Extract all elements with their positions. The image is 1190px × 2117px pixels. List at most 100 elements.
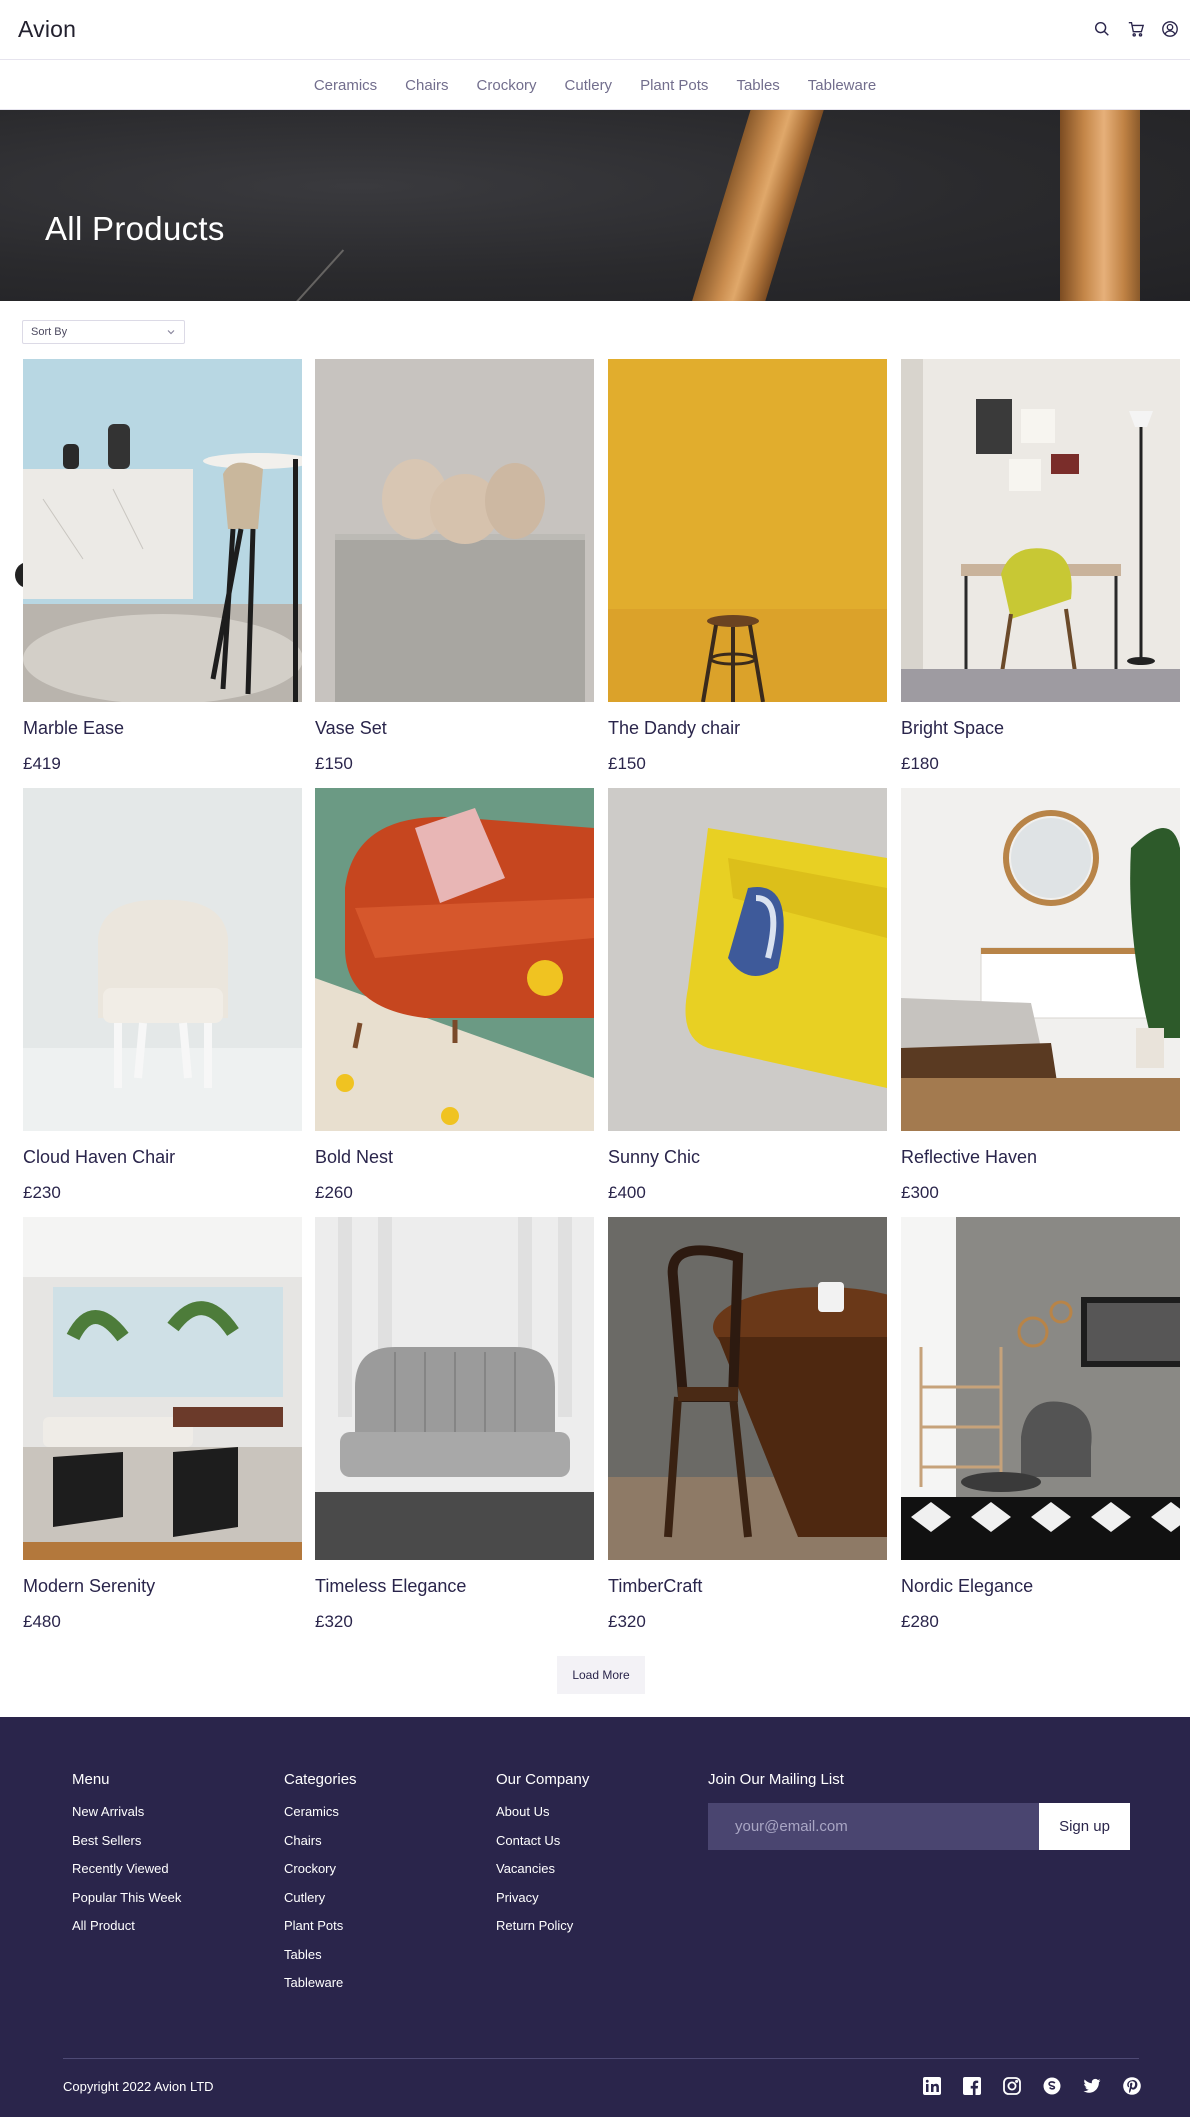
email-field[interactable] — [708, 1803, 1039, 1850]
product-card[interactable]: Reflective Haven £300 — [901, 788, 1180, 1202]
instagram-icon[interactable] — [1002, 2076, 1022, 2096]
page-title: All Products — [45, 210, 225, 247]
product-image — [315, 1217, 594, 1560]
product-price: £180 — [901, 754, 939, 773]
footer-link[interactable]: Return Policy — [496, 1918, 589, 1935]
sort-dropdown[interactable]: Sort By — [22, 320, 185, 344]
nav-item-ceramics[interactable]: Ceramics — [314, 77, 377, 94]
product-name[interactable]: TimberCraft — [608, 1576, 702, 1597]
footer-link[interactable]: Vacancies — [496, 1861, 589, 1878]
product-card[interactable]: Cloud Haven Chair £230 — [23, 788, 302, 1202]
footer-link[interactable]: New Arrivals — [72, 1804, 181, 1821]
product-name[interactable]: Reflective Haven — [901, 1147, 1037, 1168]
site-footer: Menu New Arrivals Best Sellers Recently … — [0, 1717, 1190, 2117]
footer-company-column: Our Company About Us Contact Us Vacancie… — [496, 1771, 589, 1947]
product-card[interactable]: Sunny Chic £400 — [608, 788, 887, 1202]
user-icon[interactable] — [1160, 19, 1180, 39]
footer-link[interactable]: Privacy — [496, 1890, 589, 1907]
footer-divider — [63, 2058, 1139, 2059]
product-image — [608, 359, 887, 702]
product-price: £300 — [901, 1183, 939, 1202]
copyright-text: Copyright 2022 Avion LTD — [63, 2079, 214, 2094]
footer-link[interactable]: Contact Us — [496, 1833, 589, 1850]
footer-mailing-column: Join Our Mailing List — [708, 1771, 844, 1804]
product-name[interactable]: Timeless Elegance — [315, 1576, 466, 1597]
product-price: £230 — [23, 1183, 61, 1202]
product-card[interactable]: Bright Space £180 — [901, 359, 1180, 773]
pinterest-icon[interactable] — [1122, 2076, 1142, 2096]
product-price: £320 — [608, 1612, 646, 1631]
footer-link[interactable]: Plant Pots — [284, 1918, 357, 1935]
product-card[interactable]: Marble Ease £419 — [23, 359, 302, 773]
nav-item-crockory[interactable]: Crockory — [477, 77, 537, 94]
hero-banner: All Products — [0, 110, 1190, 301]
footer-heading: Our Company — [496, 1771, 590, 1788]
nav-item-plant-pots[interactable]: Plant Pots — [640, 77, 708, 94]
product-card[interactable]: Timeless Elegance £320 — [315, 1217, 594, 1631]
brand-logo[interactable]: Avion — [18, 16, 76, 43]
load-more-button[interactable]: Load More — [557, 1656, 645, 1694]
footer-link[interactable]: Tableware — [284, 1975, 357, 1992]
product-name[interactable]: Sunny Chic — [608, 1147, 700, 1168]
linkedin-icon[interactable] — [922, 2076, 942, 2096]
product-name[interactable]: Bright Space — [901, 718, 1004, 739]
category-nav: Ceramics Chairs Crockory Cutlery Plant P… — [0, 61, 1190, 110]
product-price: £400 — [608, 1183, 646, 1202]
product-price: £480 — [23, 1612, 61, 1631]
product-card[interactable]: Bold Nest £260 — [315, 788, 594, 1202]
nav-item-chairs[interactable]: Chairs — [405, 77, 448, 94]
product-price: £280 — [901, 1612, 939, 1631]
footer-link[interactable]: Crockory — [284, 1861, 357, 1878]
footer-link[interactable]: Chairs — [284, 1833, 357, 1850]
footer-link[interactable]: Cutlery — [284, 1890, 357, 1907]
chevron-down-icon — [167, 330, 175, 335]
signup-button[interactable]: Sign up — [1039, 1803, 1130, 1850]
product-price: £150 — [315, 754, 353, 773]
twitter-icon[interactable] — [1082, 2076, 1102, 2096]
product-card[interactable]: Nordic Elegance £280 — [901, 1217, 1180, 1631]
product-name[interactable]: Modern Serenity — [23, 1576, 155, 1597]
product-name[interactable]: Cloud Haven Chair — [23, 1147, 175, 1168]
skype-icon[interactable] — [1042, 2076, 1062, 2096]
product-image — [608, 1217, 887, 1560]
footer-heading: Menu — [72, 1771, 110, 1788]
product-name[interactable]: Marble Ease — [23, 718, 124, 739]
product-price: £150 — [608, 754, 646, 773]
facebook-icon[interactable] — [962, 2076, 982, 2096]
product-card[interactable]: Modern Serenity £480 — [23, 1217, 302, 1631]
footer-menu-column: Menu New Arrivals Best Sellers Recently … — [72, 1771, 181, 1947]
product-card[interactable]: TimberCraft £320 — [608, 1217, 887, 1631]
footer-link[interactable]: Ceramics — [284, 1804, 357, 1821]
footer-link[interactable]: Tables — [284, 1947, 357, 1964]
footer-link[interactable]: Best Sellers — [72, 1833, 181, 1850]
product-name[interactable]: Vase Set — [315, 718, 387, 739]
footer-link[interactable]: About Us — [496, 1804, 589, 1821]
product-name[interactable]: Nordic Elegance — [901, 1576, 1033, 1597]
footer-link[interactable]: Recently Viewed — [72, 1861, 181, 1878]
product-card[interactable]: The Dandy chair £150 — [608, 359, 887, 773]
wood-plank-image — [679, 110, 831, 301]
cart-icon[interactable] — [1126, 19, 1146, 39]
product-image — [23, 359, 302, 702]
footer-link[interactable]: All Product — [72, 1918, 181, 1935]
product-price: £419 — [23, 754, 61, 773]
product-image — [23, 788, 302, 1131]
search-icon[interactable] — [1092, 19, 1112, 39]
product-image — [315, 359, 594, 702]
nav-item-tableware[interactable]: Tableware — [808, 77, 876, 94]
product-card[interactable]: Vase Set £150 — [315, 359, 594, 773]
footer-heading: Join Our Mailing List — [708, 1771, 844, 1788]
wood-plank-image — [1060, 110, 1140, 301]
nav-item-tables[interactable]: Tables — [736, 77, 779, 94]
product-image — [901, 1217, 1180, 1560]
product-image — [23, 1217, 302, 1560]
header-icons — [1092, 19, 1180, 39]
product-price: £320 — [315, 1612, 353, 1631]
product-name[interactable]: The Dandy chair — [608, 718, 740, 739]
footer-link[interactable]: Popular This Week — [72, 1890, 181, 1907]
site-header: Avion — [0, 0, 1190, 60]
nav-item-cutlery[interactable]: Cutlery — [565, 77, 613, 94]
product-name[interactable]: Bold Nest — [315, 1147, 393, 1168]
product-price: £260 — [315, 1183, 353, 1202]
product-image — [901, 788, 1180, 1131]
